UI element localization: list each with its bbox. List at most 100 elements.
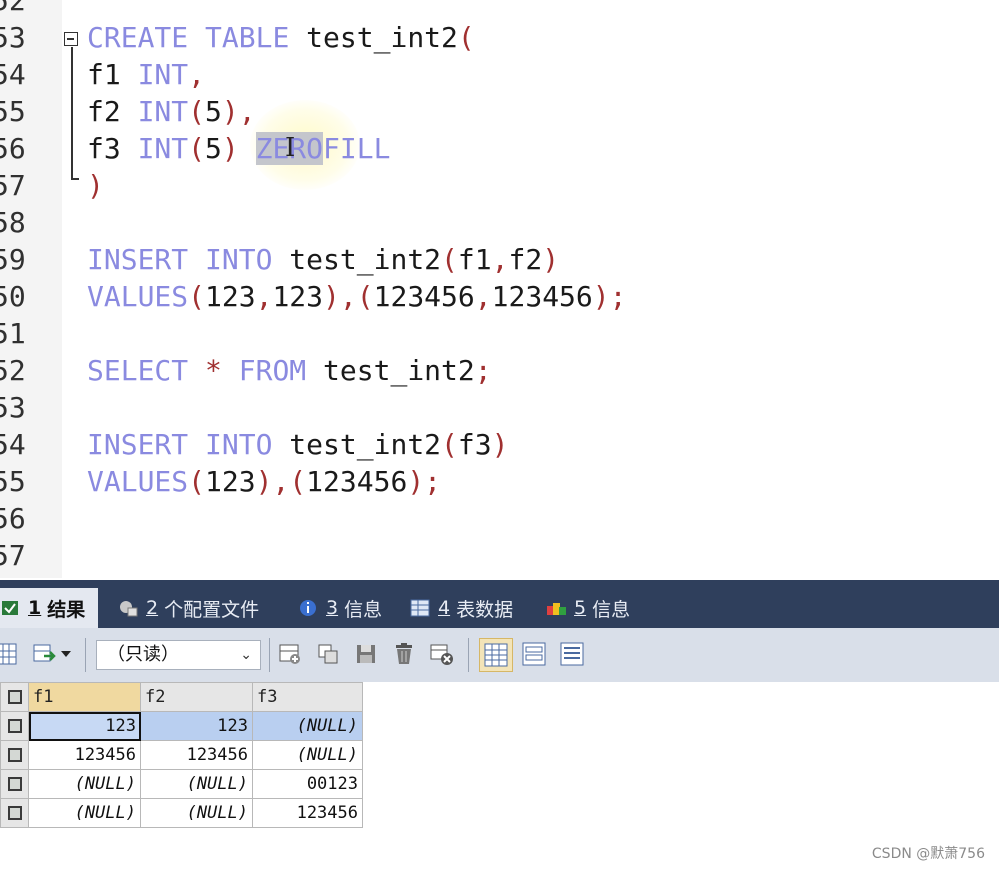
table-cell[interactable]: (NULL)	[28, 798, 141, 828]
form-mode-icon[interactable]	[520, 640, 548, 668]
checkbox-icon	[7, 777, 22, 791]
column-header-f1[interactable]: f1	[28, 682, 141, 712]
row-select-header[interactable]	[0, 682, 29, 712]
line-number: 54	[0, 428, 26, 461]
code-token: f3	[457, 428, 492, 461]
code-token: VALUES	[87, 465, 189, 498]
code-token: f2	[508, 243, 543, 276]
code-token: f2	[87, 95, 138, 128]
code-line[interactable]: SELECT * FROM test_int2;	[87, 352, 492, 389]
table-header-row: f1 f2 f3	[0, 682, 363, 712]
code-token: 123456	[306, 465, 408, 498]
row-selector[interactable]	[0, 740, 29, 770]
tab-table-data-number: 4	[438, 597, 451, 619]
code-token: (	[188, 95, 206, 128]
row-selector[interactable]	[0, 769, 29, 799]
table-cell[interactable]: 123	[140, 711, 253, 741]
fold-collapse-icon[interactable]	[64, 32, 78, 46]
tab-info[interactable]: 3 信息	[288, 588, 392, 628]
column-header-f3[interactable]: f3	[252, 682, 363, 712]
grid-mode-icon[interactable]	[479, 638, 513, 672]
table-cell[interactable]: (NULL)	[28, 769, 141, 799]
duplicate-row-icon[interactable]	[314, 640, 342, 668]
read-only-mode-select[interactable]: （只读） ⌄	[96, 640, 261, 670]
fold-guide-end	[71, 178, 79, 180]
table-cell[interactable]: 00123	[252, 769, 363, 799]
code-token: *	[205, 354, 222, 387]
export-icon[interactable]	[30, 640, 58, 668]
code-token: )	[542, 243, 560, 276]
tab-results[interactable]: 1 结果	[0, 588, 98, 628]
table-cell[interactable]: 123456	[252, 798, 363, 828]
code-line[interactable]: VALUES(123,123),(123456,123456);	[87, 278, 627, 315]
insert-row-icon[interactable]	[276, 640, 304, 668]
code-token: 123456	[491, 280, 593, 313]
table-cell[interactable]: 123456	[140, 740, 253, 770]
line-number: 51	[0, 317, 26, 350]
column-header-f2[interactable]: f2	[140, 682, 253, 712]
code-line[interactable]: CREATE TABLE test_int2(	[87, 19, 475, 56]
code-token: ;	[474, 354, 492, 387]
code-line[interactable]: VALUES(123),(123456);	[87, 463, 441, 500]
row-selector[interactable]	[0, 798, 29, 828]
line-number: 56	[0, 502, 26, 535]
result-table: f1 f2 f3 123 123 (NULL) 123456 123456 (N…	[0, 682, 363, 828]
code-token: test_int2	[306, 354, 475, 387]
checkbox-icon	[7, 690, 22, 704]
code-line[interactable]: f3 INT(5) ZEROFILL	[87, 130, 390, 167]
text-mode-icon[interactable]	[558, 640, 586, 668]
table-cell[interactable]: (NULL)	[252, 740, 363, 770]
table-row[interactable]: (NULL) (NULL) 00123	[0, 769, 363, 799]
table-row[interactable]: (NULL) (NULL) 123456	[0, 798, 363, 828]
info-history-icon	[546, 598, 566, 618]
code-line[interactable]: INSERT INTO test_int2(f1,f2)	[87, 241, 559, 278]
code-line[interactable]: f2 INT(5),	[87, 93, 256, 130]
table-cell[interactable]: (NULL)	[252, 711, 363, 741]
delete-icon[interactable]	[390, 640, 418, 668]
code-token: 5	[205, 95, 222, 128]
tab-profiles[interactable]: 2 个配置文件	[108, 588, 269, 628]
toolbar-separator	[269, 638, 270, 672]
result-grid[interactable]: f1 f2 f3 123 123 (NULL) 123456 123456 (N…	[0, 682, 999, 871]
code-token: );	[592, 280, 627, 313]
table-row[interactable]: 123456 123456 (NULL)	[0, 740, 363, 770]
tab-info-history[interactable]: 5 信息	[536, 588, 640, 628]
tab-info-number: 3	[326, 597, 339, 619]
table-cell[interactable]: (NULL)	[140, 769, 253, 799]
table-cell[interactable]: 123456	[28, 740, 141, 770]
save-icon[interactable]	[352, 640, 380, 668]
code-line[interactable]: INSERT INTO test_int2(f3)	[87, 426, 508, 463]
tab-profiles-label: 个配置文件	[164, 598, 260, 621]
grid-view-icon[interactable]	[0, 640, 20, 668]
line-number: 59	[0, 243, 26, 276]
line-number: 55	[0, 465, 26, 498]
sql-editor[interactable]: 52 53 54 55 56 57 58 59 50 51 52 53 54 55 56 57 CREATE …	[0, 0, 999, 578]
result-grid-icon	[0, 598, 20, 618]
code-token: (	[188, 465, 206, 498]
code-token: INSERT	[87, 243, 189, 276]
table-row[interactable]: 123 123 (NULL)	[0, 711, 363, 741]
tab-profiles-number: 2	[146, 597, 159, 619]
line-number: 52	[0, 0, 26, 17]
code-line[interactable]: )	[87, 167, 104, 204]
code-token: )	[87, 169, 104, 202]
line-number: 53	[0, 391, 26, 424]
code-token: 123	[205, 465, 256, 498]
tab-table-data[interactable]: 4 表数据	[400, 588, 523, 628]
table-cell[interactable]: (NULL)	[140, 798, 253, 828]
cancel-icon[interactable]	[428, 640, 456, 668]
code-token: ,	[255, 280, 273, 313]
tab-info-label: 信息	[344, 598, 383, 621]
table-cell[interactable]: 123	[28, 711, 141, 741]
code-token: ),(	[323, 280, 374, 313]
code-line[interactable]: f1 INT,	[87, 56, 205, 93]
row-selector[interactable]	[0, 711, 29, 741]
checkbox-icon	[7, 719, 22, 733]
dropdown-arrow-icon[interactable]	[56, 640, 76, 668]
code-token: TABLE	[205, 21, 290, 54]
code-token: ,	[188, 58, 206, 91]
